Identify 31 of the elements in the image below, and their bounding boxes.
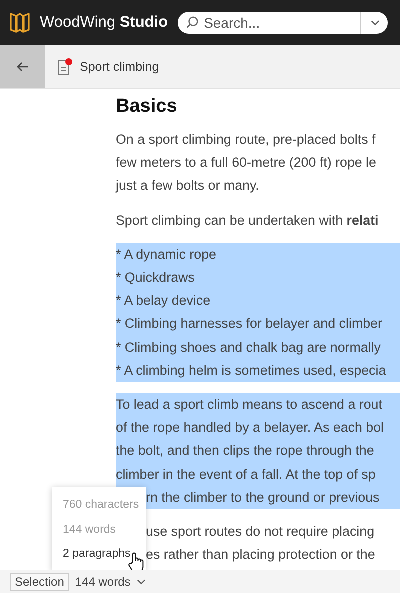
logo-icon bbox=[10, 12, 30, 34]
text-line: es rather than placing protection or the bbox=[146, 547, 376, 562]
text-line: * A belay device bbox=[116, 293, 211, 308]
text-line: climber in the event of a fall. At the top of sp bbox=[116, 466, 376, 482]
text-line: * A climbing helm is sometimes used, especia bbox=[116, 362, 386, 378]
text-line: On a sport climbing route, pre-placed bolts f bbox=[116, 132, 376, 147]
app-name: WoodWing Studio bbox=[40, 14, 168, 32]
text-line: To lead a sport climb means to ascend a rout bbox=[116, 397, 382, 412]
back-button[interactable] bbox=[0, 45, 45, 88]
selection-button[interactable]: Selection bbox=[10, 572, 70, 590]
text-line: use sport routes do not require placing bbox=[146, 524, 375, 540]
search-field[interactable]: Search... bbox=[178, 12, 388, 34]
search-input[interactable]: Search... bbox=[204, 14, 356, 30]
text-line: few meters to a full 60-metre (200 ft) rope le bbox=[116, 155, 376, 170]
text-line: * Climbing shoes and chalk bag are normally bbox=[116, 340, 381, 355]
document-title: Sport climbing bbox=[80, 60, 160, 74]
text-line: * A dynamic rope bbox=[116, 246, 216, 262]
text-line: * Climbing harnesses for belayer and climber bbox=[116, 316, 382, 332]
text-line: * Quickdraws bbox=[116, 270, 195, 286]
text-line: Sport climbing can be undertaken with relati bbox=[116, 212, 379, 228]
text-line: of the rope handled by a belayer. As each bol bbox=[116, 420, 384, 436]
text-line: the bolt, and then clips the rope through the bbox=[116, 443, 374, 458]
text-line: just a few bolts or many. bbox=[116, 178, 260, 194]
chevron-down-icon bbox=[371, 20, 380, 26]
text-line: rn the climber to the ground or previous bbox=[146, 490, 380, 505]
menu-item[interactable]: 2 paragraphs bbox=[52, 542, 146, 566]
search-icon bbox=[186, 16, 200, 29]
chevron-down-icon bbox=[136, 578, 146, 584]
section-heading: Basics bbox=[116, 95, 178, 119]
back-arrow-icon bbox=[16, 62, 28, 72]
word-count-dropdown[interactable]: 144 words bbox=[75, 574, 146, 588]
